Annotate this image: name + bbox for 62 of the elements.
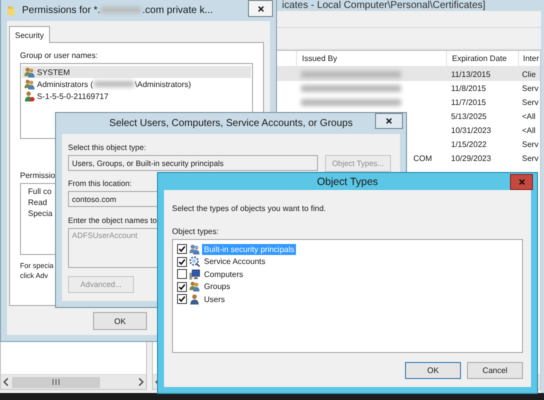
field-label: Group or user names: [20,50,98,61]
close-icon [518,178,526,186]
scroll-left-icon[interactable] [1,376,11,388]
table-cell: <All [522,112,536,120]
table-cell: 11/8/2015 [451,84,486,92]
table-cell: 10/29/2023 [451,154,492,162]
field-label: Object types: [172,226,219,237]
group-icon [189,244,200,255]
prompt-text: Select the types of objects you want to find. [172,203,326,214]
table-cell: Serv [522,140,538,148]
close-button[interactable] [248,0,273,17]
ok-button[interactable]: OK [405,362,461,379]
table-cell: 1/15/2022 [451,140,487,148]
checkbox[interactable] [177,294,187,304]
table-cell: 11/13/2015 [451,70,490,78]
table-cell: Serv [522,84,538,92]
list-item[interactable]: Administrators ( \Administrators) [22,78,251,90]
checkbox[interactable] [177,282,187,292]
table-cell: 11/7/2015 [451,98,486,106]
group-icon [24,78,35,90]
list-item[interactable]: Read [28,198,48,207]
close-icon [256,4,264,12]
table-cell: COM [413,154,432,162]
checkbox[interactable] [177,244,187,254]
window-title: icates - Local Computer\Personal\Certificates] [282,0,486,11]
computer-icon [189,268,200,280]
folder-icon [7,4,17,17]
table-cell: Serv [522,154,538,162]
gear-icon [189,256,200,268]
scroll-thumb[interactable] [12,376,100,388]
group-icon [189,281,200,292]
list-item[interactable]: Service Accounts [202,256,268,268]
object-type-list[interactable]: Built-in security principals Service Accounts Computers Groups Users [172,239,523,353]
window-title: Permissions for *. .com private k... [22,5,213,16]
column-header[interactable]: Inter [518,51,540,66]
column-header[interactable]: Expiration Date [446,51,518,66]
tab[interactable]: Security [9,26,50,43]
list-item[interactable]: Specia [28,209,52,218]
cancel-button[interactable]: Cancel [467,362,523,379]
table-cell: Serv [522,98,538,106]
scroll-right-icon[interactable] [136,376,146,388]
field-label: Permissio [20,170,56,181]
user-icon [24,90,35,102]
group-icon [24,66,35,78]
column-header[interactable]: Issued By [296,51,446,66]
list-item[interactable]: Groups [202,281,232,292]
list-item[interactable]: Full co [28,187,52,196]
list-item[interactable]: Computers [202,268,246,280]
checkbox[interactable] [177,269,187,280]
table-cell: Clie [522,70,536,78]
table-cell: 10/31/2023 [451,126,492,134]
checkbox[interactable] [177,256,187,267]
table-cell: <All [522,126,536,134]
list-item[interactable]: Users [202,294,227,305]
dialog-title: Object Types [316,176,378,188]
user-icon [189,294,200,305]
list-item[interactable]: SYSTEM [22,66,251,78]
ok-button[interactable]: OK [93,312,147,330]
table-cell: 5/13/2025 [451,112,487,120]
close-button[interactable] [375,113,403,129]
close-icon [385,117,393,125]
scrollbar[interactable] [1,374,146,389]
